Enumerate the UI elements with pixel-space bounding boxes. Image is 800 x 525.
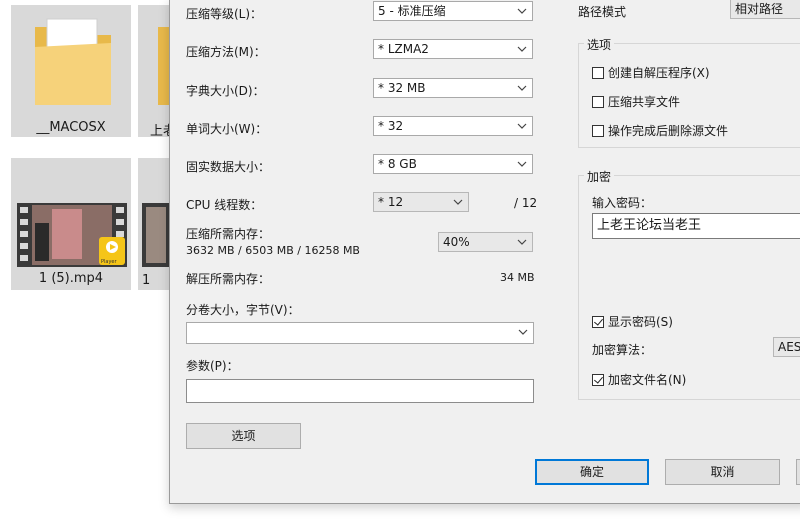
checkbox-box [592, 95, 604, 108]
word-size-label: 单词大小(W)： [186, 122, 268, 136]
cpu-threads-max: / 12 [514, 196, 538, 210]
cpu-threads-value: * 12 [378, 195, 404, 209]
dictionary-size-value: * 32 MB [378, 81, 426, 95]
compression-level-label: 压缩等级(L)： [186, 7, 263, 21]
solid-block-size-select[interactable]: * 8 GB [373, 154, 533, 174]
memory-compress-label: 压缩所需内存： [186, 227, 271, 241]
sfx-checkbox[interactable]: 创建自解压程序(X) [592, 64, 710, 81]
shared-files-checkbox[interactable]: 压缩共享文件 [592, 93, 680, 110]
checkbox-box [592, 124, 604, 137]
player-badge: Player [101, 259, 117, 265]
cancel-button[interactable]: 取消 [665, 459, 780, 485]
split-volume-label: 分卷大小，字节(V)： [186, 303, 300, 317]
compression-method-select[interactable]: * LZMA2 [373, 39, 533, 59]
file-explorer-pane: __MACOSX 上老 Player 1 (5).mp4 1 [0, 0, 176, 525]
file-item-folder[interactable]: 上老 [138, 5, 176, 139]
solid-block-size-value: * 8 GB [378, 157, 417, 171]
checkbox-box [592, 315, 604, 328]
chevron-down-icon [517, 8, 527, 14]
solid-block-size-label: 固实数据大小： [186, 160, 271, 174]
chevron-down-icon [518, 329, 528, 335]
file-label: 1 (5).mp4 [38, 271, 104, 286]
path-mode-select[interactable]: 相对路径 [730, 0, 800, 19]
sfx-checkbox-label: 创建自解压程序(X) [608, 66, 710, 80]
encryption-method-select[interactable]: AES [773, 337, 800, 357]
chevron-down-icon [517, 239, 527, 245]
file-item-video[interactable]: Player 1 (5).mp4 [11, 158, 131, 290]
memory-decompress-value: 34 MB [500, 271, 535, 284]
dictionary-size-label: 字典大小(D)： [186, 84, 265, 98]
word-size-value: * 32 [378, 119, 404, 133]
encrypt-names-checkbox[interactable]: 加密文件名(N) [592, 371, 686, 388]
compression-level-select[interactable]: 5 - 标准压缩 [373, 1, 533, 21]
chevron-down-icon [453, 199, 463, 205]
memory-compress-detail: 3632 MB / 6503 MB / 16258 MB [186, 244, 360, 257]
options-button[interactable]: 选项 [186, 423, 301, 449]
word-size-select[interactable]: * 32 [373, 116, 533, 136]
chevron-down-icon [517, 85, 527, 91]
memory-decompress-label: 解压所需内存： [186, 272, 271, 286]
password-input[interactable]: 上老王论坛当老王 [592, 213, 800, 239]
shared-files-checkbox-label: 压缩共享文件 [608, 95, 681, 109]
file-item-video[interactable]: 1 [138, 158, 170, 290]
checkbox-box [592, 66, 604, 79]
chevron-down-icon [517, 46, 527, 52]
password-value: 上老王论坛当老王 [597, 218, 702, 233]
parameters-label: 参数(P)： [186, 359, 239, 373]
file-item-macosx[interactable]: __MACOSX [11, 5, 131, 137]
dictionary-size-select[interactable]: * 32 MB [373, 78, 533, 98]
folder-icon [35, 18, 111, 105]
path-mode-label: 路径模式 [578, 5, 627, 19]
encryption-method-label: 加密算法： [592, 343, 653, 357]
encrypt-names-label: 加密文件名(N) [608, 373, 687, 387]
memory-usage-value: 40% [443, 235, 470, 249]
delete-after-checkbox[interactable]: 操作完成后删除源文件 [592, 122, 728, 139]
compression-level-value: 5 - 标准压缩 [378, 4, 446, 18]
add-to-archive-dialog: 压缩等级(L)： 5 - 标准压缩 压缩方法(M)： * LZMA2 字典大小(… [169, 0, 800, 504]
chevron-down-icon [517, 161, 527, 167]
checkbox-box [592, 373, 604, 386]
compression-method-value: * LZMA2 [378, 42, 429, 56]
ok-button[interactable]: 确定 [535, 459, 649, 485]
memory-usage-select[interactable]: 40% [438, 232, 533, 252]
file-label: __MACOSX [36, 120, 106, 135]
show-password-checkbox[interactable]: 显示密码(S) [592, 313, 673, 330]
cpu-threads-select[interactable]: * 12 [373, 192, 469, 212]
chevron-down-icon [517, 123, 527, 129]
video-file-icon [17, 203, 127, 267]
show-password-label: 显示密码(S) [608, 315, 673, 329]
parameters-input[interactable] [186, 379, 534, 403]
compression-method-label: 压缩方法(M)： [186, 45, 266, 59]
encryption-group-title: 加密 [584, 168, 615, 185]
cpu-threads-label: CPU 线程数： [186, 198, 263, 212]
split-volume-input[interactable] [186, 322, 534, 344]
delete-after-checkbox-label: 操作完成后删除源文件 [608, 124, 729, 138]
options-group-title: 选项 [584, 36, 615, 53]
help-button[interactable] [796, 459, 800, 485]
path-mode-value: 相对路径 [735, 2, 784, 16]
encryption-method-value: AES [778, 340, 800, 354]
password-label: 输入密码： [592, 196, 653, 210]
video-file-icon [142, 203, 170, 267]
